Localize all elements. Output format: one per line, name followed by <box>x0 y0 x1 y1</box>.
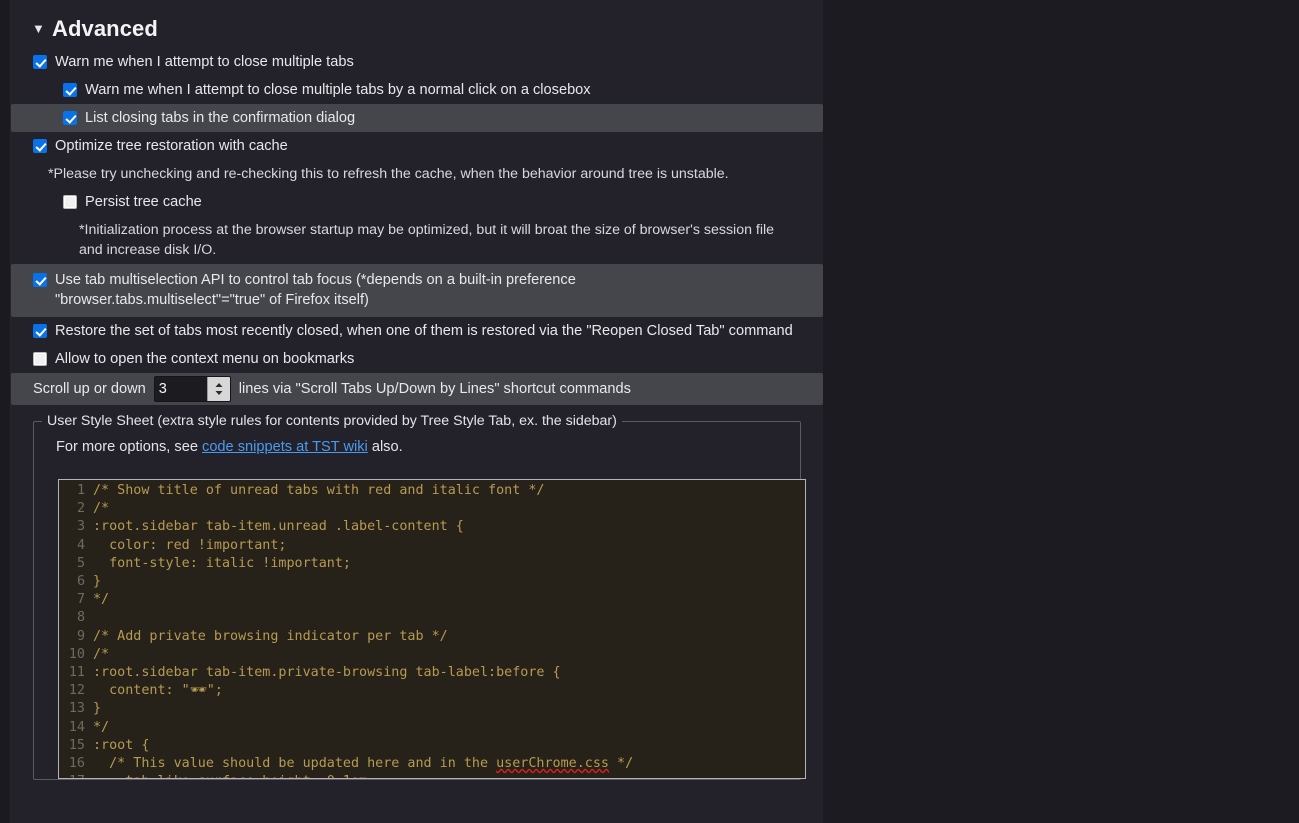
code-text: :root.sidebar tab-item.private-browsing … <box>93 665 561 681</box>
code-line: 8 <box>59 609 805 627</box>
line-number: 7 <box>76 592 85 608</box>
code-text: /* This value should be updated here and… <box>93 756 634 772</box>
scroll-lines-row[interactable]: Scroll up or down lines via "Scroll Tabs… <box>11 373 823 405</box>
user-style-sheet-fieldset: User Style Sheet (extra style rules for … <box>33 413 806 780</box>
user-style-sheet-help: For more options, see code snippets at T… <box>34 431 800 455</box>
line-number: 12 <box>68 683 85 699</box>
line-number: 2 <box>76 501 85 517</box>
line-number: 1 <box>76 483 85 498</box>
tst-wiki-link[interactable]: code snippets at TST wiki <box>202 439 368 455</box>
checkbox-allow-context-menu-on-bookmarks[interactable] <box>33 352 47 366</box>
line-number: 17 <box>59 773 93 778</box>
code-text: /* <box>93 501 110 517</box>
scroll-lines-input[interactable] <box>154 377 207 401</box>
code-line: 1 /* Show title of unread tabs with red a… <box>59 482 805 500</box>
code-text: :root { <box>93 737 150 753</box>
line-number: 11 <box>68 665 85 681</box>
code-text: font-style: italic !important; <box>93 555 351 571</box>
option-label: List closing tabs in the confirmation di… <box>85 110 356 126</box>
code-text: content: "🕶"; <box>93 683 223 699</box>
spellcheck-word: userChrome.css <box>496 756 609 772</box>
line-number: 9 <box>76 628 85 644</box>
help-prefix: For more options, see <box>56 439 198 455</box>
option-row-warn-close-multiple-tabs[interactable]: Warn me when I attempt to close multiple… <box>11 48 823 76</box>
code-text: /* <box>93 646 110 662</box>
checkbox-warn-close-multiple-tabs[interactable] <box>33 55 47 69</box>
options-content: ▼ Advanced Warn me when I attempt to clos… <box>11 0 823 780</box>
option-row-restore-recently-closed-tab-set[interactable]: Restore the set of tabs most recently cl… <box>11 317 823 345</box>
checkbox-optimize-tree-restoration-with-cache[interactable] <box>33 139 47 153</box>
checkbox-warn-close-multiple-tabs-closebox[interactable] <box>63 83 77 97</box>
option-label: Warn me when I attempt to close multiple… <box>85 82 591 98</box>
option-row-list-closing-tabs-in-dialog[interactable]: List closing tabs in the confirmation di… <box>11 104 823 132</box>
checkbox-list-closing-tabs-in-dialog[interactable] <box>63 111 77 125</box>
options-page: ▼ Advanced Warn me when I attempt to clos… <box>0 0 1299 823</box>
line-number: 15 <box>68 737 85 753</box>
code-line: 16 /* This value should be updated here … <box>59 755 805 773</box>
option-label: Persist tree cache <box>85 194 202 210</box>
page-title[interactable]: ▼ Advanced <box>11 0 823 48</box>
persist-hint-text: *Initialization process at the browser s… <box>79 222 775 258</box>
line-number: 6 <box>76 574 85 590</box>
line-number: 5 <box>76 555 85 571</box>
user-style-sheet-editor[interactable]: 1 /* Show title of unread tabs with red a… <box>58 479 806 779</box>
checkbox-restore-recently-closed-tab-set[interactable] <box>33 324 47 338</box>
option-row-use-tab-multiselection-api[interactable]: Use tab multiselection API to control ta… <box>11 264 823 317</box>
code-line: 6} <box>59 573 805 591</box>
code-line: 13} <box>59 700 805 718</box>
code-text: --tab-like-surface-height: 0.1em; <box>93 773 375 778</box>
code-line: 2 /* <box>59 500 805 518</box>
code-line: 11 :root.sidebar tab-item.private-browsin… <box>59 664 805 682</box>
empty-right-area <box>823 0 1299 823</box>
option-label: Allow to open the context menu on bookma… <box>55 351 355 367</box>
option-row-allow-context-menu-on-bookmarks[interactable]: Allow to open the context menu on bookma… <box>11 345 823 373</box>
code-text: /* Show title of unread tabs with red an… <box>93 483 545 498</box>
code-text: } <box>93 701 102 717</box>
code-text: */ <box>93 719 110 735</box>
option-row-warn-close-multiple-tabs-closebox[interactable]: Warn me when I attempt to close multiple… <box>11 76 823 104</box>
code-line: 14 */ <box>59 719 805 737</box>
code-line: 12 content: "🕶"; <box>59 682 805 700</box>
chevron-down-icon[interactable]: ▼ <box>32 21 45 36</box>
option-row-persist-tree-cache[interactable]: Persist tree cache <box>11 188 823 216</box>
cache-hint-text: *Please try unchecking and re-checking t… <box>48 166 729 182</box>
code-text: /* Add private browsing indicator per ta… <box>93 628 448 644</box>
code-text: color: red !important; <box>93 537 287 553</box>
option-row-optimize-tree-restoration-with-cache[interactable]: Optimize tree restoration with cache <box>11 132 823 160</box>
checkbox-use-tab-multiselection-api[interactable] <box>33 273 47 287</box>
stepper-arrows-icon[interactable] <box>206 377 230 401</box>
code-line: 7 */ <box>59 591 805 609</box>
code-line: 9 /* Add private browsing indicator per t… <box>59 628 805 646</box>
option-label: Restore the set of tabs most recently cl… <box>55 323 793 339</box>
code-line: 4 color: red !important; <box>59 537 805 555</box>
checkbox-persist-tree-cache[interactable] <box>63 195 77 209</box>
code-text: */ <box>93 592 110 608</box>
scroll-lines-stepper[interactable] <box>153 376 231 402</box>
code-line: 3 :root.sidebar tab-item.unread .label-co… <box>59 518 805 536</box>
code-text: :root.sidebar tab-item.unread .label-con… <box>93 519 464 535</box>
code-line: 17 --tab-like-surface-height: 0.1em; <box>59 773 805 778</box>
scroll-lines-prefix-label: Scroll up or down <box>33 381 146 397</box>
scroll-lines-suffix-label: lines via "Scroll Tabs Up/Down by Lines"… <box>238 381 631 397</box>
line-number: 4 <box>76 537 85 553</box>
line-number: 10 <box>68 646 85 662</box>
option-label-line1: Use tab multiselection API to control ta… <box>55 272 576 288</box>
section-title-label: Advanced <box>51 16 158 41</box>
line-number: 14 <box>68 719 85 735</box>
line-number: 8 <box>76 610 85 626</box>
user-style-sheet-legend: User Style Sheet (extra style rules for … <box>47 413 617 429</box>
option-label: Optimize tree restoration with cache <box>55 138 288 154</box>
code-line: 15 :root { <box>59 737 805 755</box>
option-label: Warn me when I attempt to close multiple… <box>55 54 354 70</box>
line-number: 13 <box>68 701 85 717</box>
advanced-options-pane: ▼ Advanced Warn me when I attempt to clos… <box>11 0 823 823</box>
line-number: 3 <box>76 519 85 535</box>
line-number: 16 <box>68 756 85 772</box>
left-gutter-band <box>0 0 10 823</box>
option-label-line2: "browser.tabs.multiselect"="true" of Fir… <box>55 292 369 308</box>
code-line: 5 font-style: italic !important; <box>59 555 805 573</box>
help-suffix: also. <box>371 439 403 455</box>
code-line: 10 /* <box>59 646 805 664</box>
code-text: } <box>93 574 102 590</box>
